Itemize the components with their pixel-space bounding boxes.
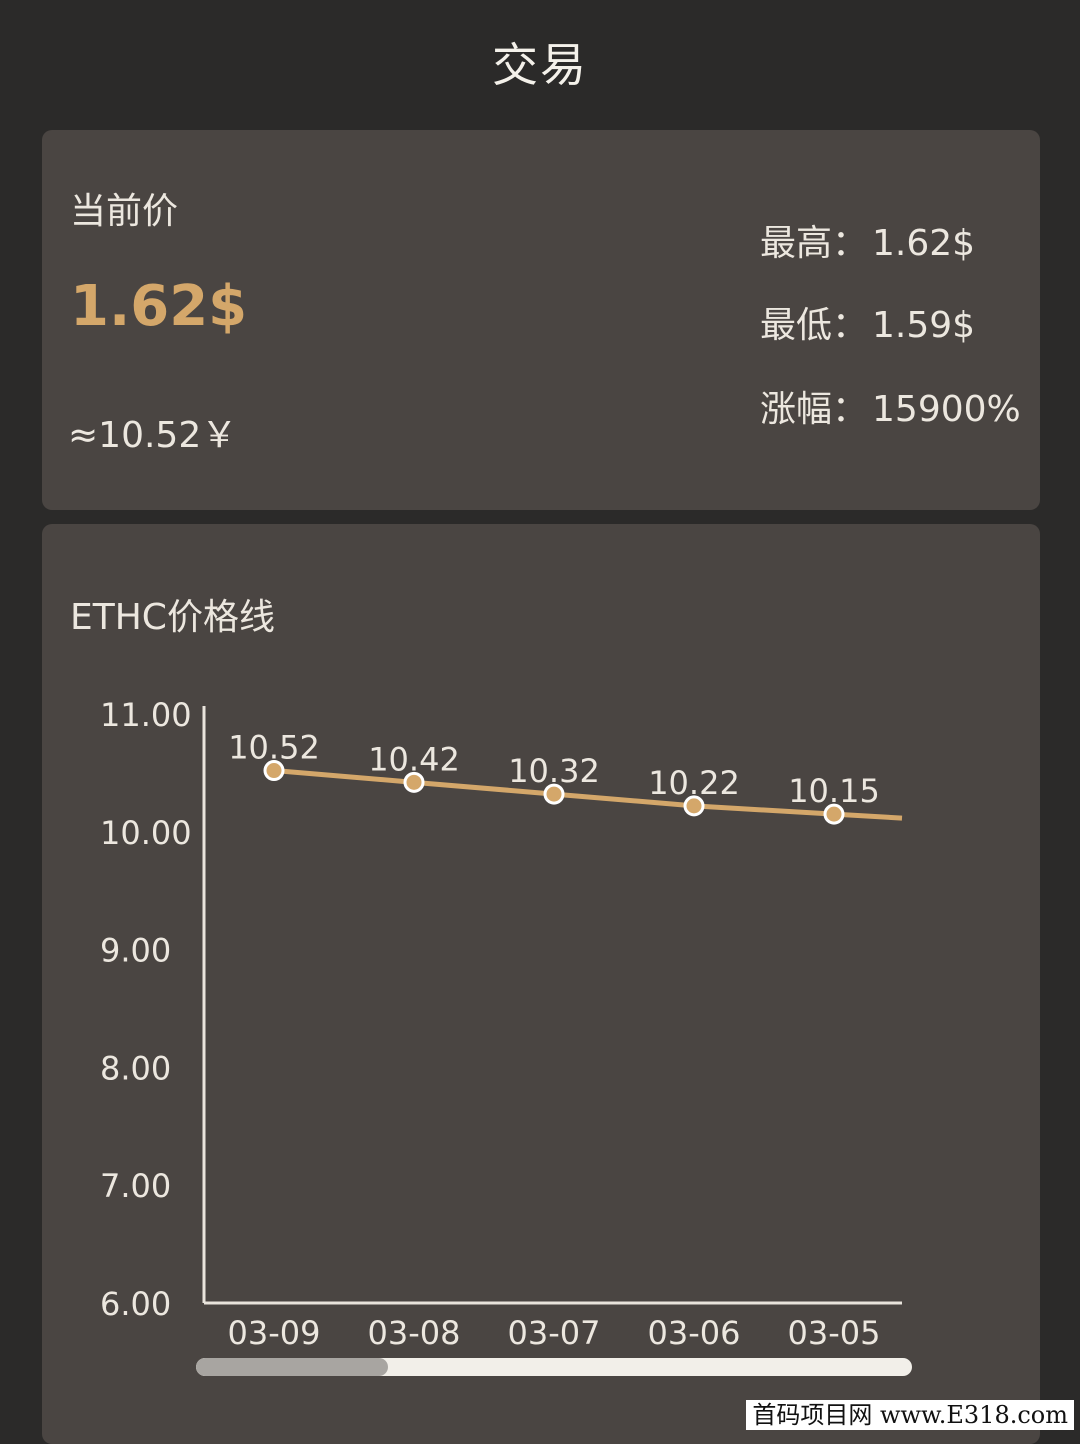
current-price-value: 1.62$	[70, 274, 248, 339]
data-label: 10.22	[648, 764, 740, 802]
price-line-chart: 11.00 10.00 9.00 8.00 7.00 6.00 03-09 03-08 03-0…	[100, 696, 903, 1352]
chart-card: ETHC价格线 11.00 10.00 9.00 8.00 7.00 6.00 03-09 0…	[42, 524, 1040, 1444]
watermark: 首码项目网 www.E318.com	[746, 1400, 1074, 1430]
data-label: 10.52	[228, 729, 320, 767]
x-tick-label: 03-05	[788, 1314, 881, 1352]
price-card: 当前价 1.62$ ≈10.52￥ 最高： 1.62$ 最低： 1.59$ 涨幅： 1…	[42, 130, 1040, 510]
x-tick-label: 03-06	[648, 1314, 741, 1352]
price-cny-value: ≈10.52￥	[68, 415, 238, 456]
change-label: 涨幅：	[760, 389, 869, 430]
x-tick-label: 03-08	[368, 1314, 461, 1352]
y-tick-label: 7.00	[100, 1167, 171, 1205]
high-label: 最高：	[760, 223, 869, 264]
y-tick-label: 6.00	[100, 1285, 171, 1323]
data-label: 10.42	[368, 740, 460, 778]
change-stat: 涨幅： 15900%	[760, 380, 1021, 432]
data-label: 10.15	[788, 772, 880, 810]
low-label: 最低：	[760, 305, 869, 346]
x-tick-label: 03-09	[228, 1314, 321, 1352]
data-label: 10.32	[508, 752, 600, 790]
y-tick-label: 10.00	[100, 814, 192, 852]
y-tick-label: 9.00	[100, 932, 171, 970]
chart-scrollbar[interactable]	[196, 1358, 912, 1376]
y-tick-label: 11.00	[100, 696, 192, 734]
low-stat: 最低： 1.59$	[760, 296, 975, 348]
current-price-label: 当前价	[70, 191, 179, 232]
chart-scrollbar-thumb[interactable]	[196, 1358, 388, 1376]
high-stat: 最高： 1.62$	[760, 214, 975, 266]
high-value: 1.62$	[872, 223, 976, 264]
change-value: 15900%	[872, 389, 1021, 430]
low-value: 1.59$	[872, 305, 976, 346]
page-title: 交易	[492, 38, 588, 92]
y-tick-label: 8.00	[100, 1049, 171, 1087]
x-tick-label: 03-07	[508, 1314, 601, 1352]
